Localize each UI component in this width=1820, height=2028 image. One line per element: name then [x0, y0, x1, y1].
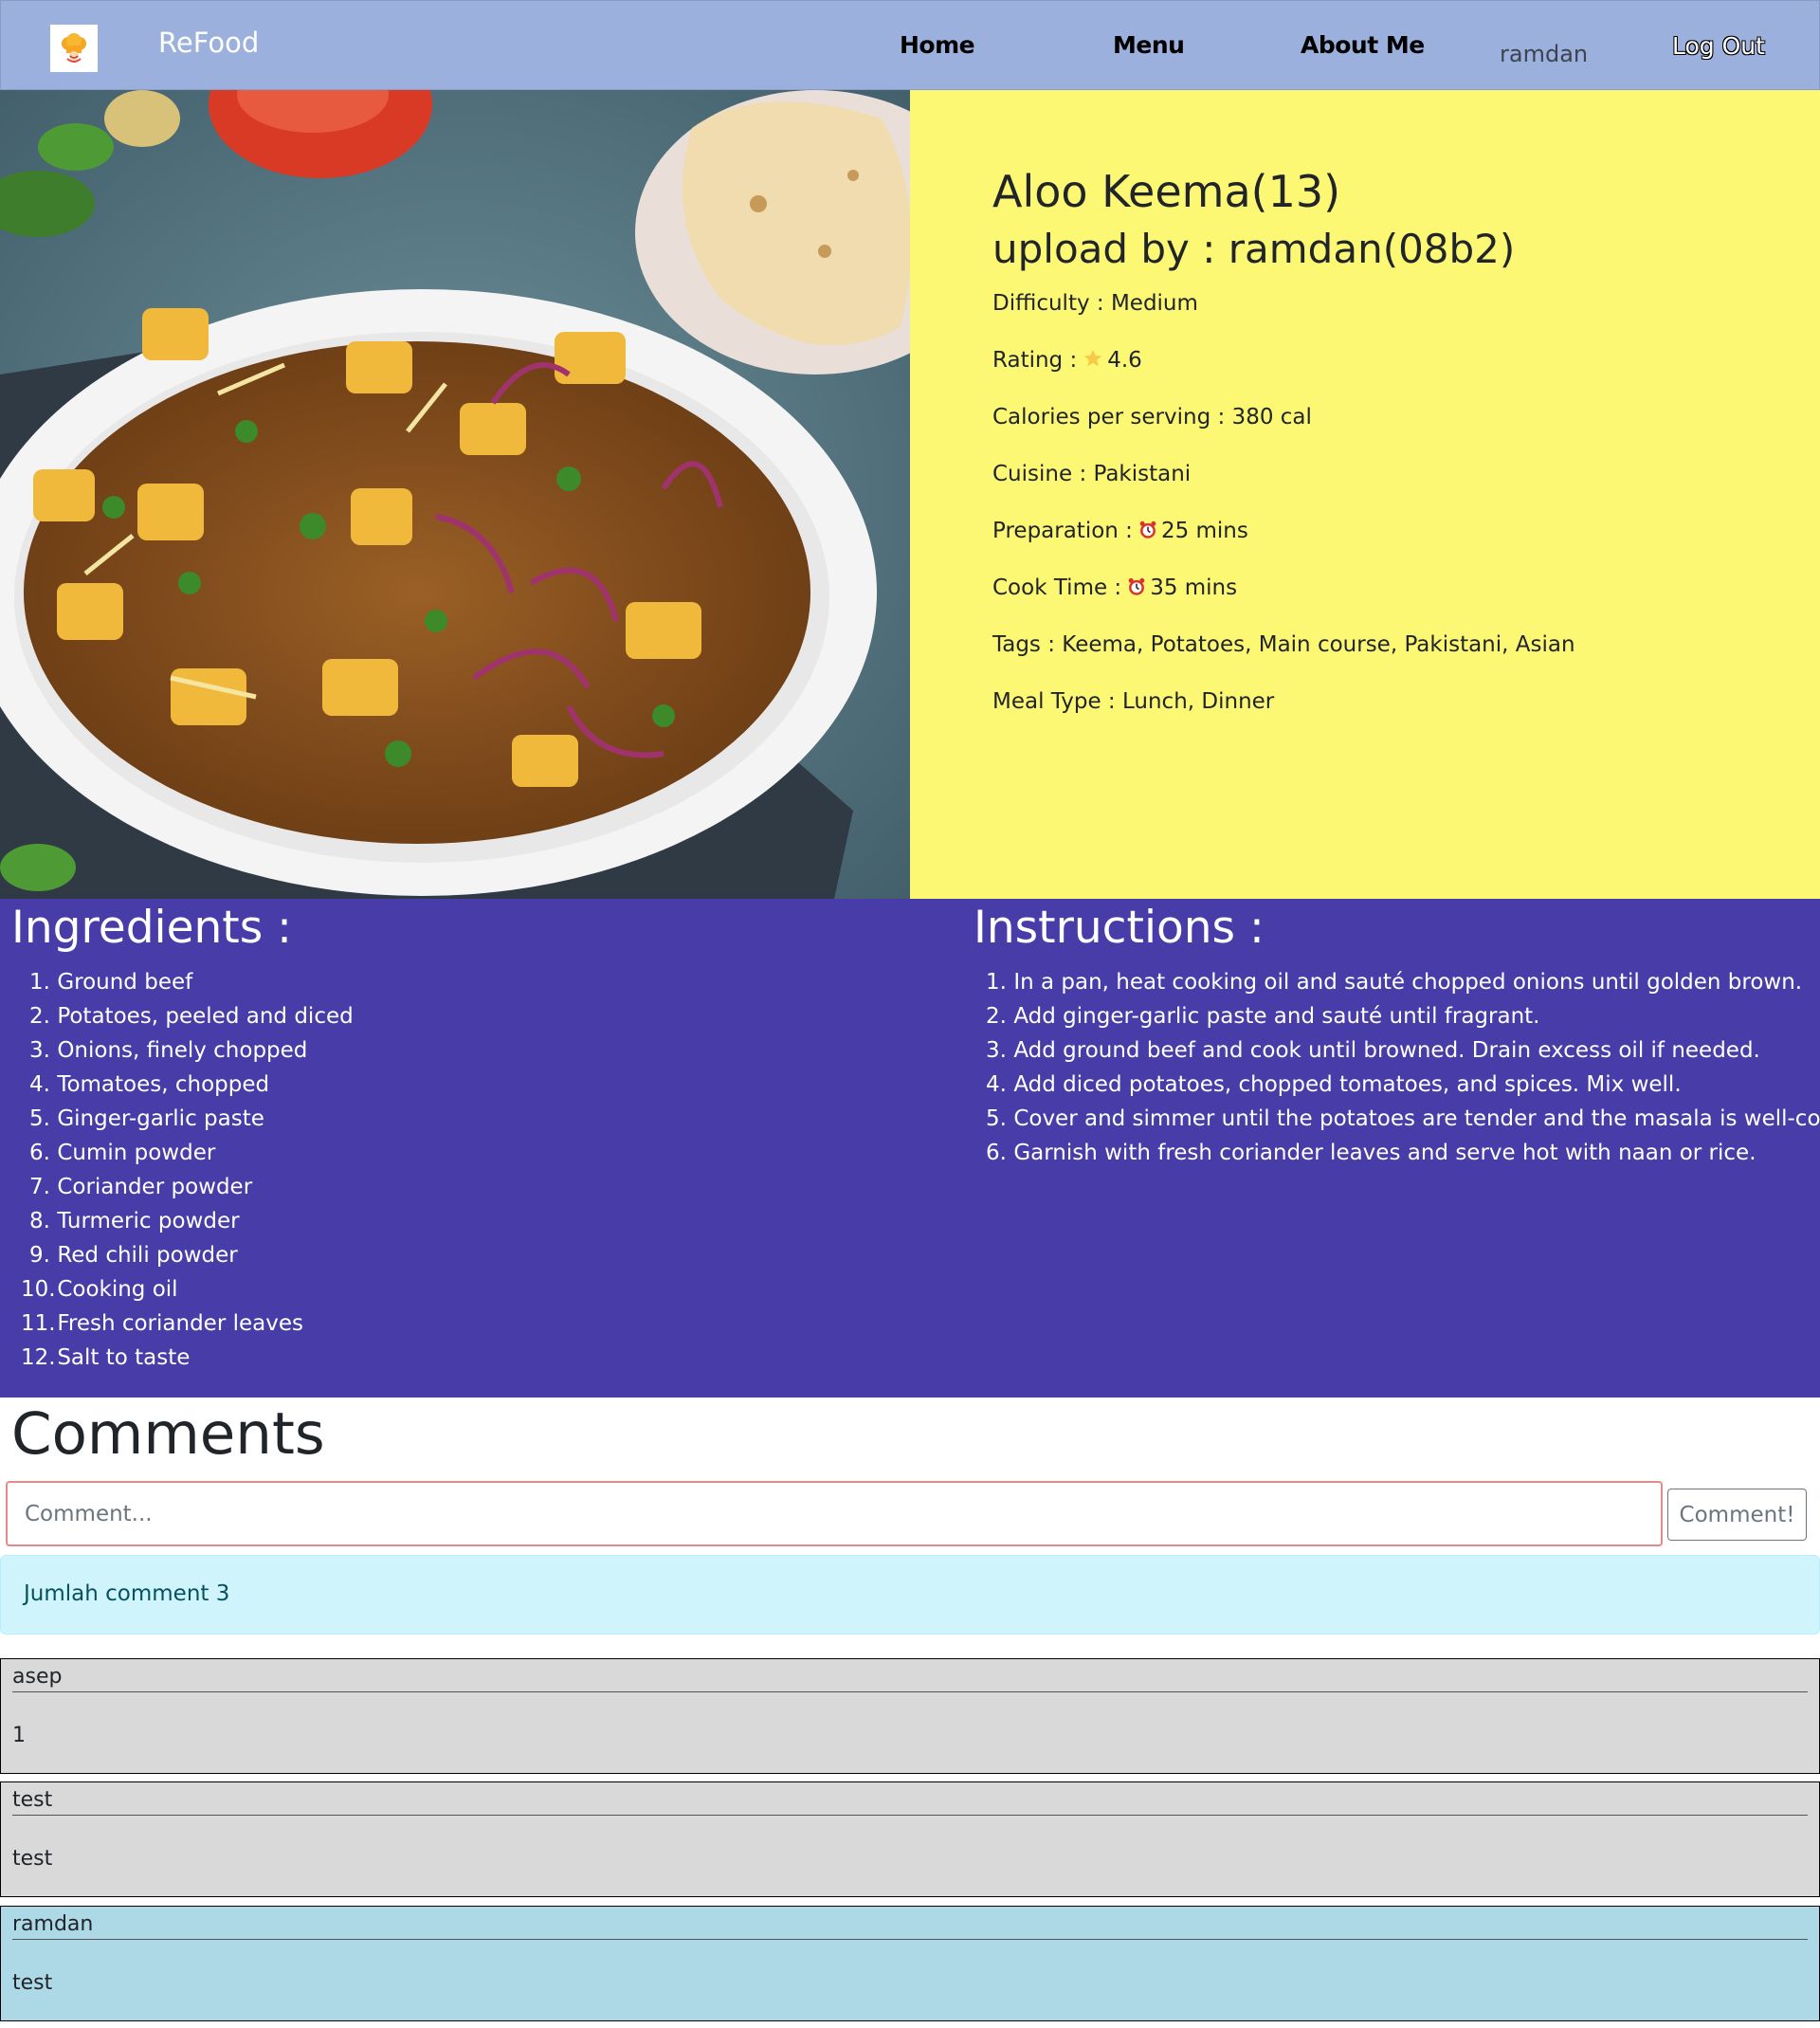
- comment-text: test: [12, 1971, 53, 1995]
- preparation-value: 25 mins: [1160, 519, 1248, 543]
- comments-heading: Comments: [11, 1400, 325, 1468]
- star-icon: [1083, 348, 1103, 375]
- cook-time-row: Cook Time : 35 mins: [992, 576, 1237, 602]
- ingredient-item: 1. Ground beef: [29, 970, 193, 995]
- instructions-list: 1. In a pan, heat cooking oil and sauté …: [986, 965, 1820, 1170]
- calories-row: Calories per serving : 380 cal: [992, 405, 1312, 429]
- rating-row: Rating : 4.6: [992, 348, 1142, 375]
- comment-input[interactable]: [6, 1481, 1663, 1546]
- comment-count-text: Jumlah comment 3: [24, 1581, 230, 1606]
- instruction-item: 1. In a pan, heat cooking oil and sauté …: [986, 970, 1803, 995]
- comment-count-alert: Jumlah comment 3: [0, 1555, 1820, 1635]
- difficulty-row: Difficulty : Medium: [992, 291, 1198, 316]
- comment-card: asep 1: [0, 1658, 1820, 1774]
- meal-type-row: Meal Type : Lunch, Dinner: [992, 689, 1275, 714]
- ingredient-item: 3. Onions, finely chopped: [29, 1038, 308, 1063]
- instruction-item: 6. Garnish with fresh coriander leaves a…: [986, 1141, 1756, 1165]
- comment-divider: [12, 1815, 1808, 1816]
- alarm-clock-icon: [1138, 521, 1157, 545]
- ingredients-list: 1. Ground beef 2. Potatoes, peeled and d…: [21, 965, 354, 1375]
- nav-about-link[interactable]: About Me: [1301, 31, 1425, 59]
- ingredient-item: 7. Coriander powder: [29, 1175, 253, 1199]
- comment-card-own: ramdan test: [0, 1906, 1820, 2021]
- nav-username: ramdan: [1500, 41, 1589, 67]
- brand-logo[interactable]: [50, 25, 98, 72]
- ingredient-item: 8. Turmeric powder: [29, 1209, 240, 1233]
- instruction-item: 4. Add diced potatoes, chopped tomatoes,…: [986, 1072, 1682, 1097]
- instruction-item: 5. Cover and simmer until the potatoes a…: [986, 1106, 1820, 1131]
- ingredients-heading: Ingredients :: [11, 902, 292, 954]
- preparation-row: Preparation : 25 mins: [992, 519, 1248, 545]
- ingredient-item: 9. Red chili powder: [29, 1243, 238, 1268]
- ingredient-item: 10. Cooking oil: [21, 1277, 178, 1302]
- ingredient-item: 4. Tomatoes, chopped: [29, 1072, 270, 1097]
- rating-value: 4.6: [1107, 348, 1142, 373]
- recipe-uploader: upload by : ramdan(08b2): [992, 226, 1516, 272]
- ingredient-item: 6. Cumin powder: [29, 1141, 216, 1165]
- recipe-details-panel: Ingredients : 1. Ground beef 2. Potatoes…: [0, 899, 1820, 1398]
- comment-author: test: [12, 1788, 53, 1812]
- instruction-item: 2. Add ginger-garlic paste and sauté unt…: [986, 1004, 1540, 1029]
- comment-text: test: [12, 1847, 53, 1871]
- comment-text: 1: [12, 1724, 26, 1747]
- comment-divider: [12, 1939, 1808, 1940]
- nav-menu-link[interactable]: Menu: [1113, 31, 1185, 59]
- instruction-item: 3. Add ground beef and cook until browne…: [986, 1038, 1760, 1063]
- brand-name[interactable]: ReFood: [158, 27, 259, 59]
- ingredient-item: 11. Fresh coriander leaves: [21, 1311, 303, 1336]
- comment-submit-button[interactable]: Comment!: [1667, 1489, 1807, 1541]
- recipe-image: [0, 90, 910, 899]
- cook-time-value: 35 mins: [1150, 576, 1238, 600]
- alarm-clock-icon: [1127, 577, 1146, 602]
- logout-link[interactable]: Log Out: [1672, 32, 1765, 60]
- comment-author: ramdan: [12, 1912, 94, 1936]
- comment-divider: [12, 1691, 1808, 1692]
- cuisine-row: Cuisine : Pakistani: [992, 462, 1192, 486]
- ingredient-item: 12. Salt to taste: [21, 1345, 191, 1370]
- nav-home-link[interactable]: Home: [900, 31, 975, 59]
- recipe-title: Aloo Keema(13): [992, 166, 1341, 217]
- recipe-info-panel: Aloo Keema(13) upload by : ramdan(08b2) …: [910, 90, 1820, 899]
- chef-hat-logo-icon: [62, 33, 86, 63]
- comment-author: asep: [12, 1665, 63, 1689]
- ingredient-item: 2. Potatoes, peeled and diced: [29, 1004, 354, 1029]
- navbar: ReFood Home Menu About Me ramdan Log Out: [0, 0, 1820, 90]
- tags-row: Tags : Keema, Potatoes, Main course, Pak…: [992, 632, 1575, 657]
- rating-label: Rating :: [992, 348, 1078, 373]
- instructions-heading: Instructions :: [974, 902, 1265, 954]
- cook-time-label: Cook Time :: [992, 576, 1122, 600]
- ingredient-item: 5. Ginger-garlic paste: [29, 1106, 264, 1131]
- preparation-label: Preparation :: [992, 519, 1133, 543]
- comment-card: test test: [0, 1781, 1820, 1897]
